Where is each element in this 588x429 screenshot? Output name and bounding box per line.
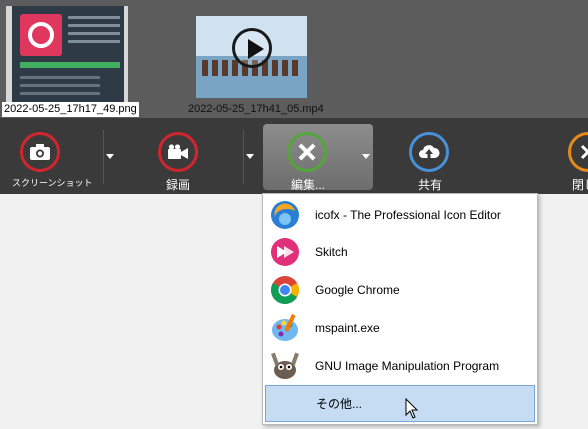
menu-item-chrome[interactable]: Google Chrome [265,271,535,308]
play-icon[interactable] [232,28,272,68]
menu-item-label: Google Chrome [315,282,400,297]
cloud-upload-icon [409,132,449,172]
edit-label: 編集... [291,178,326,192]
share-button[interactable]: 共有 [400,118,460,194]
menu-item-label: mspaint.exe [315,320,380,335]
record-button[interactable]: 録画 [140,118,240,194]
close-icon [568,132,588,172]
menu-item-other[interactable]: その他... [265,385,535,422]
thumbnail-video[interactable] [196,16,307,98]
edit-button[interactable]: 編集... [263,118,363,194]
thumbnail-strip: 2022-05-25_17h17_49.png 2022-05-25_17h41… [0,0,588,118]
video-camera-icon [158,132,198,172]
thumbnail-image[interactable] [6,6,128,103]
thumbnail-screen-preview [12,6,124,103]
close-label: 閉じ [572,178,588,192]
menu-item-gimp[interactable]: GNU Image Manipulation Program [265,347,535,384]
menu-item-icofx[interactable]: icofx - The Professional Icon Editor [265,196,535,233]
menu-item-label: icofx - The Professional Icon Editor [315,207,501,222]
app-logo-icon [20,14,62,56]
paint-icon [272,313,298,341]
record-dropdown-arrow[interactable] [246,154,254,159]
screenshot-button[interactable]: スクリーンショット [0,118,100,194]
screenshot-label: スクリーンショット [12,178,93,188]
screenshot-dropdown-arrow[interactable] [106,154,114,159]
mouse-cursor-icon [405,398,419,419]
menu-item-label: Skitch [315,244,348,259]
toolbar: スクリーンショット 録画 編集... 共有 閉じ [0,118,588,194]
menu-item-label: GNU Image Manipulation Program [315,358,500,373]
chrome-icon [271,276,299,304]
skitch-icon [271,238,299,266]
menu-item-mspaint[interactable]: mspaint.exe [265,309,535,346]
record-label: 録画 [166,178,191,192]
share-label: 共有 [418,178,443,192]
gimp-icon [271,352,299,379]
menu-item-label: その他... [316,397,363,411]
icofx-icon [271,201,299,229]
edit-dropdown-menu: icofx - The Professional Icon Editor Ski… [262,193,538,425]
pencil-ruler-icon [287,132,327,172]
thumbnail-label[interactable]: 2022-05-25_17h41_05.mp4 [188,102,324,117]
thumbnail-label[interactable]: 2022-05-25_17h17_49.png [2,102,139,117]
menu-item-skitch[interactable]: Skitch [265,233,535,270]
close-button[interactable]: 閉じ [560,118,588,194]
edit-dropdown-arrow[interactable] [362,154,370,159]
camera-icon [20,132,60,172]
